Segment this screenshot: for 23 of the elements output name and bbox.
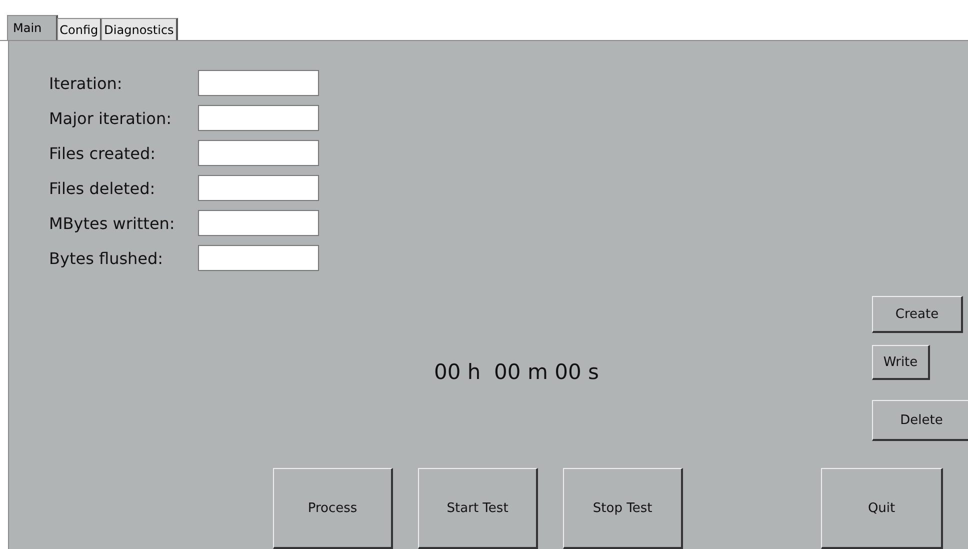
action-button[interactable]: Stop Test xyxy=(563,468,684,549)
tab[interactable]: Config xyxy=(56,18,102,40)
action-button[interactable]: Start Test xyxy=(418,468,538,549)
field-label: MBytes written: xyxy=(49,214,176,232)
input-field[interactable] xyxy=(198,70,319,96)
action-button[interactable]: Write xyxy=(872,345,930,380)
action-button[interactable]: Delete xyxy=(872,400,968,441)
input-field[interactable] xyxy=(198,245,319,271)
field-label: Files created: xyxy=(49,144,157,162)
input-field[interactable] xyxy=(198,105,319,131)
field-label: Files deleted: xyxy=(49,178,156,198)
action-button[interactable]: Process xyxy=(273,468,394,549)
field-label: Major iteration: xyxy=(49,108,172,128)
tab[interactable]: Diagnostics xyxy=(101,18,178,40)
input-field[interactable] xyxy=(198,175,319,201)
action-button[interactable]: Create xyxy=(872,296,963,333)
tab[interactable]: Main xyxy=(7,15,58,40)
input-field[interactable] xyxy=(198,140,319,166)
elapsed-time: 00 h 00 m 00 s xyxy=(434,360,599,384)
field-label: Iteration: xyxy=(49,74,124,92)
action-button[interactable]: Quit xyxy=(821,468,943,549)
input-field[interactable] xyxy=(198,210,319,236)
field-label: Bytes flushed: xyxy=(49,248,164,268)
